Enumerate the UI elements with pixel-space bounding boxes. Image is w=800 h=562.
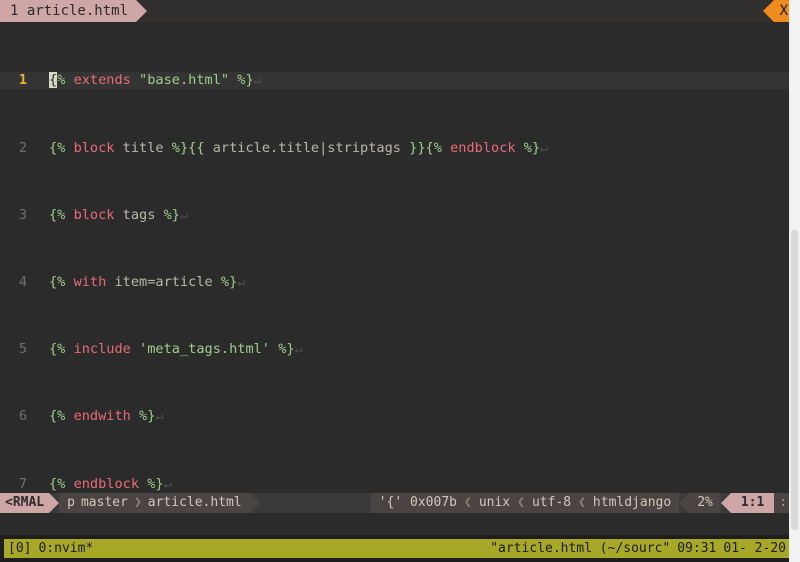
code-line[interactable]: 7 {% endblock %}↵ [0,476,800,493]
file-separator [250,493,260,513]
line-number: 7 [0,476,34,493]
line-content: {% include 'meta_tags.html' %}↵ [45,341,800,358]
tabline: 1 article.html X [0,0,800,22]
code-line[interactable]: 4 {% with item=article %}↵ [0,274,800,291]
scrollbar-thumb[interactable] [791,230,798,530]
tmux-bar-inner: [0] 0:nvim* "article.html (~/sourc" 09:3… [4,539,792,558]
tmux-pane-title: "article.html (~/sourc" [490,541,670,556]
line-content: {% extends "base.html" %}↵ [45,72,800,89]
code-line[interactable]: 3 {% block tags %}↵ [0,207,800,224]
mode-indicator: <RMAL [0,493,49,513]
chevron-left-icon: ❮ [457,493,479,513]
tab-arrow-decoration [136,0,147,22]
terminal-screen: 1 article.html X 1 {% extends "base.html… [0,0,800,562]
line-number: 2 [0,140,34,157]
code-line[interactable]: 2 {% block title %}{{ article.title|stri… [0,140,800,157]
tmux-window-item[interactable]: 0:nvim* [38,541,93,556]
line-number: 5 [0,341,34,358]
git-branch-segment[interactable]: p master ❯ article.html [59,493,250,513]
tab-label: 1 article.html [10,0,128,22]
tmux-right-group: "article.html (~/sourc" 09:31 01- 2-20 [490,541,788,556]
statusline: <RMAL p master ❯ article.html '{' 0x007b… [0,493,800,513]
line-number: 6 [0,408,34,425]
line-content: {% with item=article %}↵ [45,274,800,291]
filename-label: article.html [148,493,242,513]
percent-separator [679,493,689,513]
line-number: 4 [0,274,34,291]
close-icon: X [780,0,788,22]
chevron-left-icon-3: ❮ [571,493,593,513]
charinfo-label: '{' 0x007b [379,493,457,513]
code-line[interactable]: 5 {% include 'meta_tags.html' %}↵ [0,341,800,358]
line-number: 1 [0,72,34,89]
mode-label: <RMAL [5,495,44,510]
code-line[interactable]: 1 {% extends "base.html" %}↵ [0,72,800,89]
percent-label: 2% [697,493,713,513]
tmux-left-group: [0] 0:nvim* [8,541,93,556]
code-line[interactable]: 6 {% endwith %}↵ [0,408,800,425]
git-branch-label: master [81,493,128,513]
editor-buffer[interactable]: 1 {% extends "base.html" %}↵ 2 {% block … [0,22,800,493]
git-branch-icon: p [67,493,75,513]
mode-separator [49,493,59,513]
tmux-date-label: 01- 2-20 [723,541,786,556]
line-content: {% block tags %}↵ [45,207,800,224]
percent-segment: 2% [689,493,721,513]
file-info-segment: '{' 0x007b ❮ unix ❮ utf-8 ❮ htmldjango [371,493,680,513]
tmux-statusbar: [0] 0:nvim* "article.html (~/sourc" 09:3… [0,535,800,562]
tab-article-html[interactable]: 1 article.html [0,0,136,22]
fileformat-label: unix [479,493,510,513]
tabline-filler [147,0,763,22]
cursor-position: 1:1 [731,493,774,513]
tmux-session-label: [0] [8,541,31,556]
line-content: {% block title %}{{ article.title|stript… [45,140,800,157]
line-number: 3 [0,207,34,224]
filetype-label: htmldjango [593,493,671,513]
position-separator [721,493,731,513]
chevron-left-icon-2: ❮ [510,493,532,513]
statusline-filler [260,493,371,513]
close-arrow-decoration [763,0,774,22]
line-content: {% endblock %}↵ [45,476,800,493]
encoding-label: utf-8 [532,493,571,513]
line-content: {% endwith %}↵ [45,408,800,425]
tmux-time-label: 09:31 [677,541,716,556]
chevron-right-icon: ❯ [134,493,142,513]
position-label: 1:1 [741,495,764,510]
